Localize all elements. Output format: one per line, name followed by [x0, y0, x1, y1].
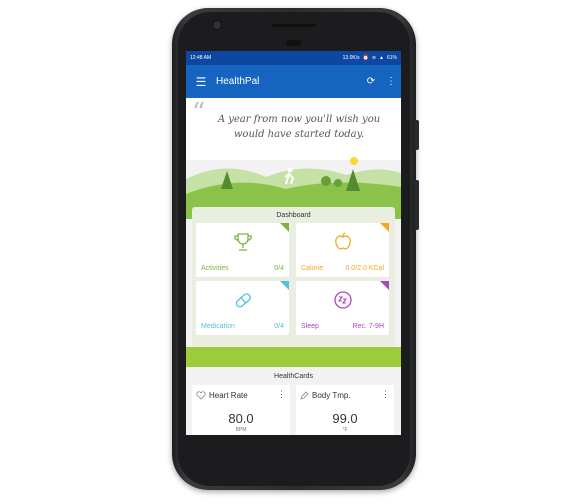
heart-rate-card[interactable]: Heart Rate ⋮ 80.0 BPM — [192, 385, 290, 435]
medication-tile[interactable]: Medication 0/4 — [196, 281, 289, 335]
heart-rate-more-icon[interactable]: ⋮ — [277, 389, 286, 400]
battery-level: 61% — [386, 55, 397, 61]
body-temp-unit: °F — [342, 427, 348, 433]
activities-value: 0/4 — [274, 265, 284, 272]
activities-tile[interactable]: Activities 0/4 — [196, 223, 289, 277]
dashboard-title: Dashboard — [276, 212, 311, 219]
body-temp-card[interactable]: Body Tmp. ⋮ 99.0 °F — [296, 385, 394, 435]
front-camera — [212, 20, 222, 30]
tile-corner-marker — [280, 281, 289, 290]
sync-icon[interactable]: ⟳ — [361, 76, 381, 87]
status-bar: 12:48 AM 13.0K/s ⏰ ≋ ▲ 61% — [186, 51, 401, 65]
body-temp-more-icon[interactable]: ⋮ — [381, 389, 390, 400]
ground-band — [186, 347, 401, 367]
volume-button — [415, 180, 419, 230]
medication-value: 0/4 — [274, 323, 284, 330]
signal-icon: ▲ — [379, 55, 384, 61]
calorie-label: Calorie — [301, 265, 324, 272]
heart-pulse-icon — [196, 391, 206, 400]
proximity-sensor — [286, 40, 302, 46]
quote-text: A year from now you'll wish you would ha… — [217, 114, 381, 140]
alarm-icon: ⏰ — [362, 55, 369, 61]
heart-rate-value: 80.0 — [228, 411, 254, 426]
pencil-icon — [300, 391, 309, 400]
wifi-icon: ≋ — [371, 55, 377, 61]
tile-corner-marker — [380, 223, 389, 232]
calorie-tile[interactable]: Calorie 0.0/2.0 KCal — [296, 223, 389, 277]
sleep-value: Rec. 7-9H — [352, 323, 384, 330]
network-speed: 13.0K/s — [342, 55, 360, 61]
heart-rate-label: Heart Rate — [209, 391, 248, 400]
apple-icon — [334, 232, 351, 250]
tile-corner-marker — [280, 223, 289, 232]
sleep-zz-icon — [333, 291, 352, 309]
status-time: 12:48 AM — [190, 55, 212, 61]
pill-icon — [235, 293, 251, 308]
body-temp-header: Body Tmp. — [300, 391, 351, 400]
app-screen: 12:48 AM 13.0K/s ⏰ ≋ ▲ 61% ☰ HealthPal ⟳… — [186, 51, 401, 435]
calorie-value: 0.0/2.0 KCal — [345, 265, 384, 272]
dashboard-panel: Dashboard Activities 0/4 Calorie 0.0/2.0… — [192, 207, 395, 347]
sleep-label: Sleep — [301, 323, 319, 330]
earpiece-speaker — [272, 24, 316, 27]
tile-corner-marker — [380, 281, 389, 290]
power-button — [415, 120, 419, 150]
health-cards-section: HealthCards Heart Rate ⋮ 80.0 BPM Body T… — [186, 369, 401, 435]
sleep-tile[interactable]: Sleep Rec. 7-9H — [296, 281, 389, 335]
body-temp-label: Body Tmp. — [312, 391, 351, 400]
health-cards-title: HealthCards — [274, 373, 313, 380]
medication-label: Medication — [201, 323, 235, 330]
hamburger-menu-icon[interactable]: ☰ — [186, 75, 216, 89]
trophy-icon — [233, 233, 252, 251]
app-bar: ☰ HealthPal ⟳ ⋮ — [186, 65, 401, 98]
app-title: HealthPal — [216, 76, 260, 87]
heart-rate-unit: BPM — [235, 427, 247, 433]
activities-label: Activities — [201, 265, 229, 272]
more-vert-icon[interactable]: ⋮ — [381, 76, 401, 87]
heart-rate-header: Heart Rate — [196, 391, 248, 400]
body-temp-value: 99.0 — [332, 411, 358, 426]
